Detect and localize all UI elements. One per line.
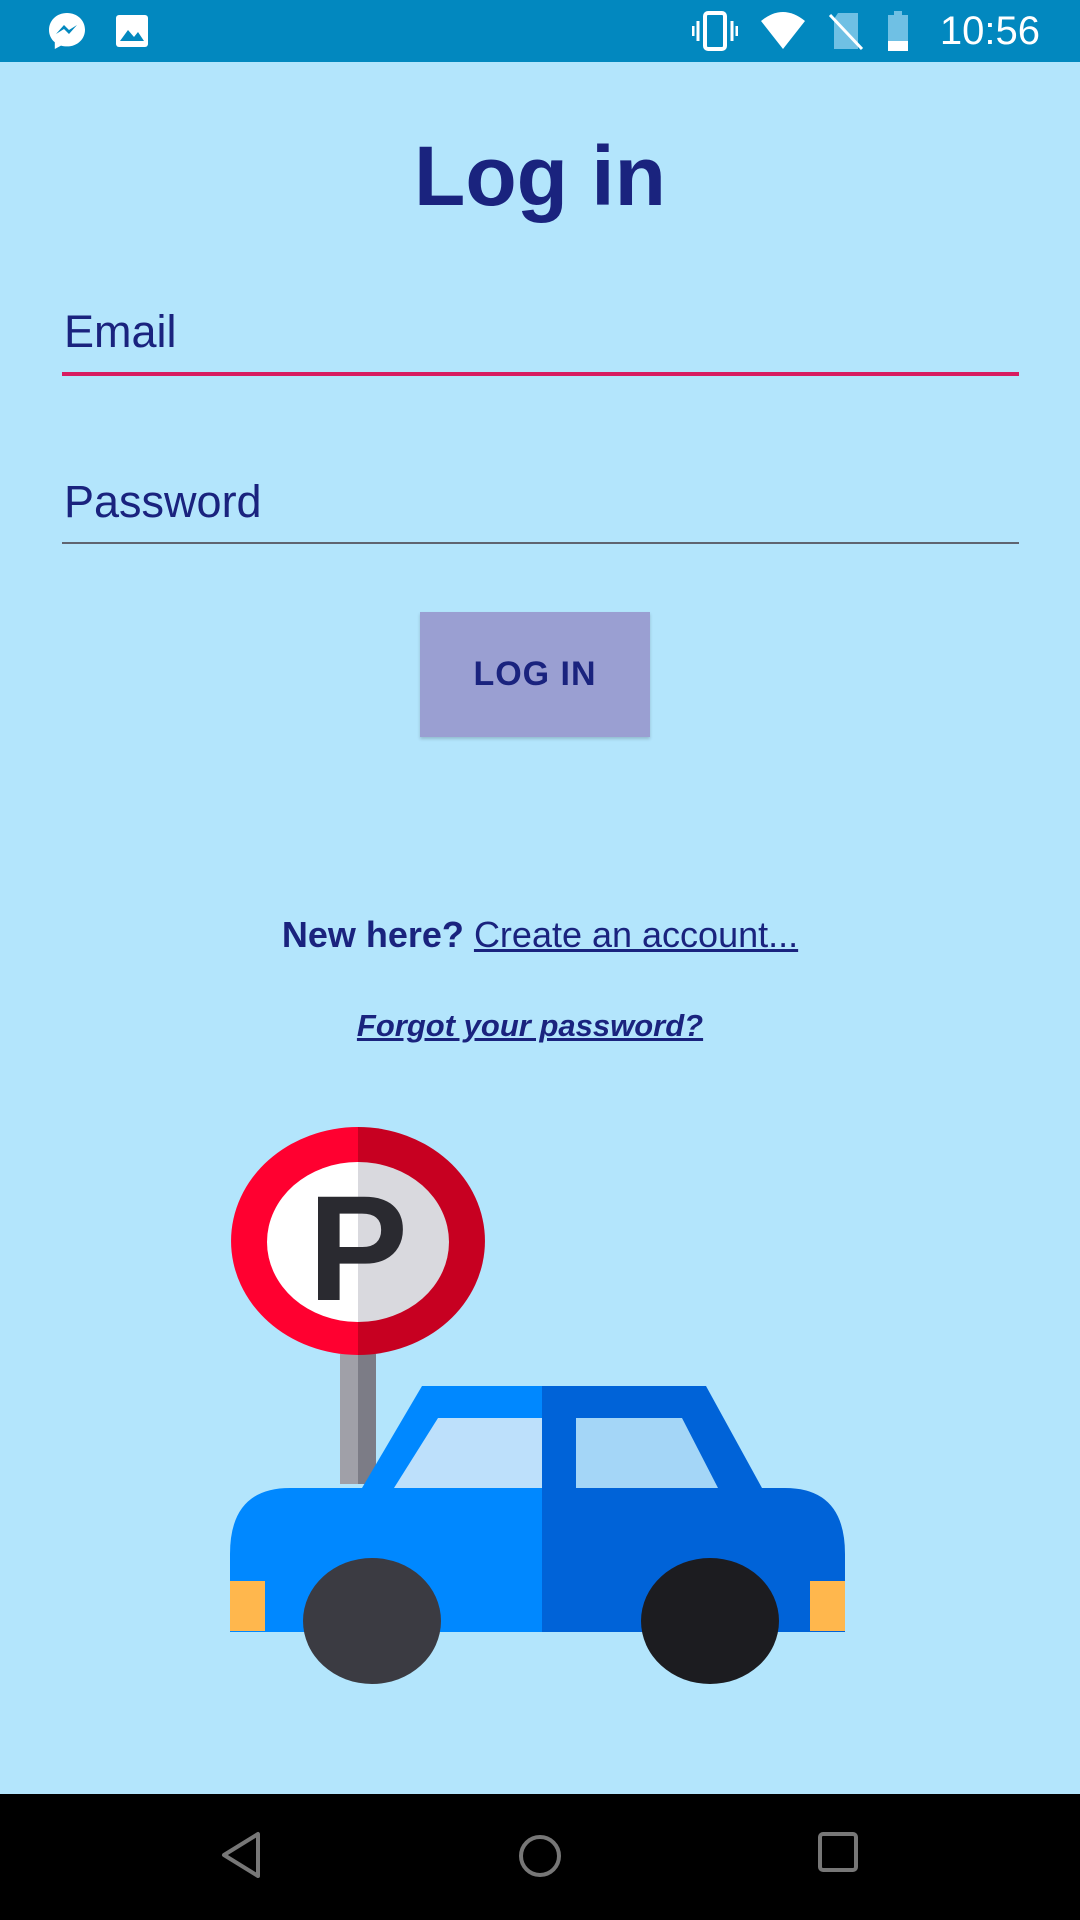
no-sim-icon <box>828 13 863 51</box>
battery-icon <box>887 11 908 51</box>
wifi-icon <box>760 12 805 49</box>
new-here-line: New here? Create an account... <box>0 914 1080 956</box>
status-left-icons <box>46 10 150 52</box>
status-bar: 10:56 <box>0 0 1080 62</box>
back-icon[interactable] <box>218 1830 268 1880</box>
new-here-label: New here? <box>281 914 464 955</box>
parking-sign-icon: P <box>231 1127 485 1355</box>
vibrate-icon <box>691 11 738 51</box>
parking-car-illustration: P <box>230 1127 845 1684</box>
home-icon[interactable] <box>514 1830 566 1882</box>
navigation-bar <box>0 1794 1080 1920</box>
messenger-icon <box>49 13 85 49</box>
password-field[interactable] <box>62 476 1019 544</box>
page-title: Log in <box>414 129 666 223</box>
image-icon <box>116 15 148 47</box>
status-clock: 10:56 <box>939 9 1040 53</box>
status-right-icons: 10:56 <box>691 6 1040 56</box>
sign-letter: P <box>308 1164 408 1332</box>
login-button[interactable]: LOG IN <box>420 612 650 737</box>
create-account-link[interactable]: Create an account... <box>474 914 798 955</box>
email-field[interactable] <box>62 306 1019 376</box>
recents-icon[interactable] <box>816 1830 860 1874</box>
forgot-password-link[interactable]: Forgot your password? <box>0 1008 1060 1044</box>
